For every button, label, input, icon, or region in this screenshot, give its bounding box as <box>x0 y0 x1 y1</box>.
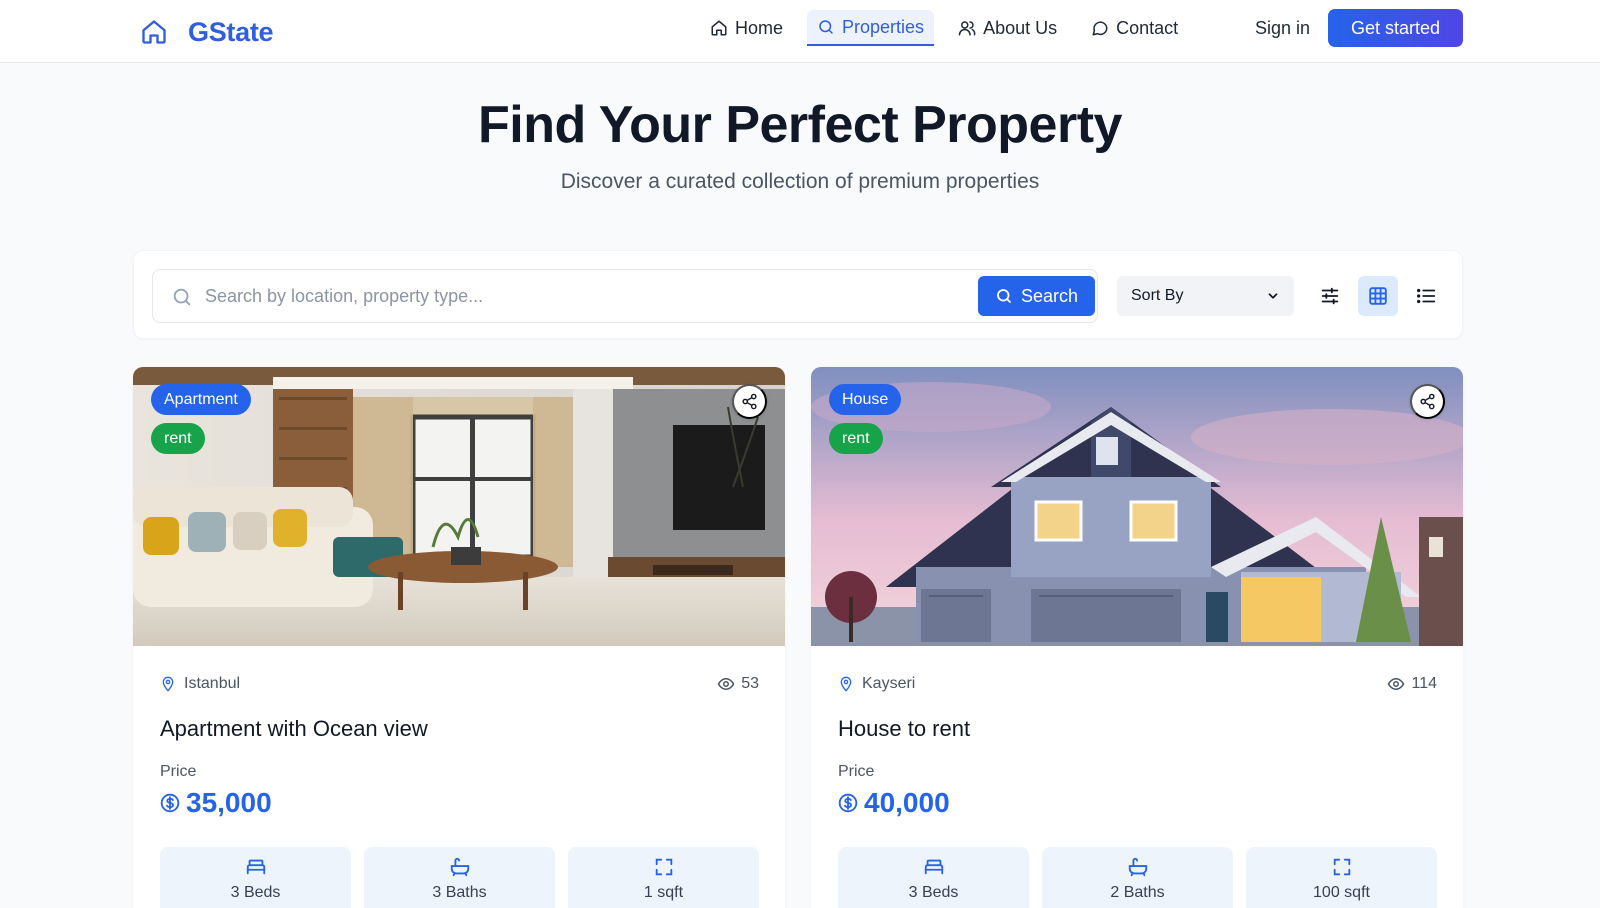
grid-view-button[interactable] <box>1358 276 1398 316</box>
search-icon <box>819 20 833 34</box>
share-icon <box>742 393 757 410</box>
view-count: 53 <box>717 675 759 693</box>
expand-icon <box>1333 858 1350 876</box>
share-button[interactable] <box>1410 384 1445 419</box>
area-text: 100 sqft <box>1313 884 1370 901</box>
nav-home-link[interactable]: Home <box>700 10 793 46</box>
nav-properties-label: Properties <box>842 16 925 37</box>
property-card[interactable]: House rent Kayseri 114 House to rent Pri… <box>811 367 1463 908</box>
bath-icon <box>450 857 469 877</box>
house-illustration <box>811 367 1463 646</box>
search-icon <box>173 288 191 306</box>
eye-icon <box>717 677 735 691</box>
search-button-label: Search <box>1020 285 1079 306</box>
share-icon <box>1420 393 1435 410</box>
nav-about-label: About Us <box>983 17 1058 38</box>
property-photo-house[interactable] <box>811 367 1463 646</box>
search-icon <box>997 289 1011 303</box>
area-text: 1 sqft <box>643 884 684 901</box>
brand-name: GState <box>188 16 274 47</box>
bed-icon <box>924 859 943 875</box>
view-count-text: 53 <box>741 675 759 692</box>
users-icon <box>958 21 976 36</box>
property-type-badge: Apartment <box>151 384 251 415</box>
area-feature: 100 sqft <box>1246 847 1437 908</box>
nav-contact-label: Contact <box>1116 17 1179 38</box>
bed-icon <box>246 859 265 875</box>
map-pin-icon <box>840 676 852 692</box>
property-location: Kayseri <box>838 675 915 693</box>
brand-logo[interactable]: GState <box>140 12 274 52</box>
property-card[interactable]: Apartment rent Istanbul 53 Apartment wit… <box>133 367 785 908</box>
top-navbar: GState Home Properties About Us Contact … <box>0 0 1600 63</box>
eye-icon <box>1388 677 1405 691</box>
list-view-button[interactable] <box>1406 276 1446 316</box>
filters-button[interactable] <box>1310 276 1350 316</box>
price-label: Price <box>160 763 197 780</box>
price-label: Price <box>838 763 875 780</box>
search-filter-panel: Search Sort By <box>133 250 1463 339</box>
search-input[interactable] <box>205 280 945 312</box>
grid-icon <box>1369 287 1387 305</box>
search-box: Search <box>152 269 1098 323</box>
price-value: 35,000 <box>186 787 272 818</box>
sliders-icon <box>1321 287 1339 305</box>
listing-deal-badge: rent <box>829 423 883 454</box>
sort-by-label: Sort By <box>1131 287 1184 304</box>
main-nav: Home Properties About Us Contact <box>700 10 1202 46</box>
baths-feature: 3 Baths <box>364 847 555 908</box>
chevron-down-icon <box>1268 293 1278 299</box>
bath-icon <box>1128 857 1147 877</box>
view-count: 114 <box>1387 675 1437 693</box>
nav-contact-link[interactable]: Contact <box>1081 10 1188 46</box>
beds-text: 3 Beds <box>908 884 959 901</box>
sort-by-select[interactable]: Sort By <box>1117 276 1294 316</box>
nav-home-label: Home <box>735 17 784 38</box>
beds-text: 3 Beds <box>230 884 281 901</box>
nav-properties-link[interactable]: Properties <box>807 10 935 46</box>
beds-feature: 3 Beds <box>160 847 351 908</box>
property-title[interactable]: Apartment with Ocean view <box>160 716 428 742</box>
baths-text: 3 Baths <box>432 884 487 901</box>
search-button[interactable]: Search <box>978 276 1095 316</box>
property-type-badge: House <box>829 384 902 415</box>
nav-about-link[interactable]: About Us <box>948 10 1067 46</box>
share-button[interactable] <box>732 384 767 419</box>
home-icon <box>711 20 727 36</box>
baths-feature: 2 Baths <box>1042 847 1233 908</box>
expand-icon <box>655 858 672 876</box>
location-text: Istanbul <box>184 675 241 692</box>
property-price: 40,000 <box>838 787 950 819</box>
dollar-circle-icon <box>838 793 858 813</box>
page-title: Find Your Perfect Property <box>478 96 1122 154</box>
baths-text: 2 Baths <box>1110 884 1165 901</box>
get-started-button[interactable]: Get started <box>1328 9 1463 47</box>
price-value: 40,000 <box>864 787 950 818</box>
home-logo-icon <box>142 20 166 44</box>
location-text: Kayseri <box>862 675 916 692</box>
area-feature: 1 sqft <box>568 847 759 908</box>
property-title[interactable]: House to rent <box>838 716 970 742</box>
message-icon <box>1092 21 1108 36</box>
map-pin-icon <box>162 676 174 692</box>
beds-feature: 3 Beds <box>838 847 1029 908</box>
listing-deal-badge: rent <box>151 423 205 454</box>
list-icon <box>1417 288 1436 304</box>
property-price: 35,000 <box>160 787 272 819</box>
property-location: Istanbul <box>160 675 240 693</box>
view-count-text: 114 <box>1411 675 1437 692</box>
dollar-circle-icon <box>160 793 180 813</box>
sign-in-link[interactable]: Sign in <box>1255 18 1310 39</box>
page-subtitle: Discover a curated collection of premium… <box>560 170 1040 193</box>
